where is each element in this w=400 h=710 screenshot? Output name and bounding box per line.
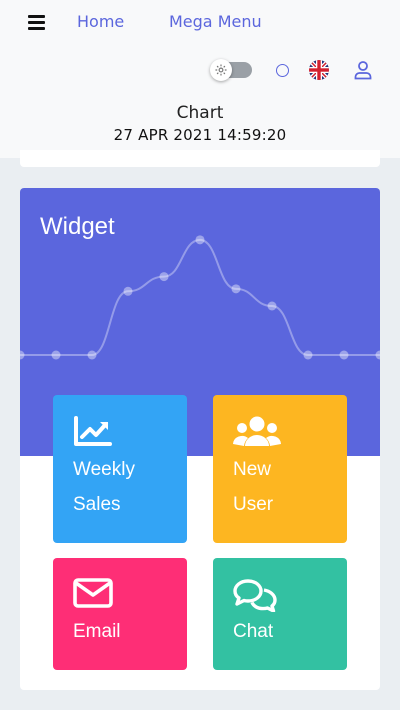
theme-toggle[interactable] xyxy=(210,59,252,81)
sparkline-point xyxy=(339,350,349,360)
tile-label-line1: Weekly xyxy=(73,459,135,480)
previous-card-bottom xyxy=(20,150,380,167)
sparkline-point xyxy=(123,286,133,296)
sparkline-point xyxy=(159,272,169,282)
envelope-icon xyxy=(73,578,113,612)
page-datetime: 27 APR 2021 14:59:20 xyxy=(113,126,287,144)
nav-mega-menu-link[interactable]: Mega Menu xyxy=(169,12,262,31)
sparkline-point xyxy=(375,350,380,360)
chat-tile[interactable]: Chat xyxy=(213,558,347,670)
sparkline-point xyxy=(231,284,241,294)
widget-title: Widget xyxy=(40,213,115,240)
top-header: Home Mega Menu Chart 27 APR 2021 14:59:2… xyxy=(0,0,400,158)
tile-label-line2: Sales xyxy=(73,494,121,515)
email-tile[interactable]: Email xyxy=(53,558,187,670)
sparkline-point xyxy=(51,350,61,360)
tile-label: Chat xyxy=(233,621,274,642)
uk-flag-icon[interactable] xyxy=(309,60,329,80)
sparkline-point xyxy=(87,350,97,360)
tile-label-line2: User xyxy=(233,494,274,515)
sparkline-line xyxy=(20,238,380,356)
tile-label-line1: New xyxy=(233,459,272,480)
new-user-tile[interactable]: New User xyxy=(213,395,347,543)
tile-label: Email xyxy=(73,621,121,642)
menu-hamburger-icon[interactable] xyxy=(28,15,45,31)
user-icon[interactable] xyxy=(353,60,373,80)
chat-bubbles-icon xyxy=(233,578,277,616)
sparkline-point xyxy=(267,301,277,311)
nav-home-link[interactable]: Home xyxy=(77,12,124,31)
sparkline-point xyxy=(303,350,313,360)
users-icon xyxy=(232,415,282,453)
gear-icon xyxy=(210,59,232,81)
chart-line-icon xyxy=(73,415,113,451)
page-title: Chart xyxy=(176,103,224,123)
widget-card: Widget Weekly Sales New User Email Chat xyxy=(20,188,380,690)
weekly-sales-tile[interactable]: Weekly Sales xyxy=(53,395,187,543)
circle-icon[interactable] xyxy=(276,64,289,77)
sparkline-point xyxy=(20,350,25,360)
sparkline-point xyxy=(195,235,205,245)
